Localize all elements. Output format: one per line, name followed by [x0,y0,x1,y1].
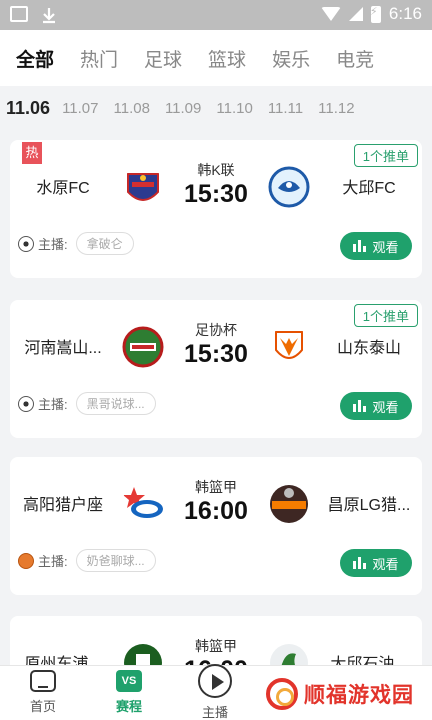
tab-basketball[interactable]: 篮球 [208,45,246,72]
site-watermark: 顺福游戏园 [260,676,420,712]
soccer-ball-icon [18,395,34,412]
host-row: 主播: 奶爸聊球... [18,549,156,572]
nav-label: 首页 [29,699,56,714]
date-item[interactable]: 11.06 [6,98,50,119]
watermark-text: 顺福游戏园 [304,684,414,707]
away-team-name: 昌原LG猎... [327,497,411,514]
soccer-ball-icon [18,235,34,252]
host-row: 主播: 黑哥说球... [18,392,156,415]
match-card[interactable]: 高阳猎户座 韩篮甲 16:00 昌原LG猎... 主播: 奶爸聊球... 观看 [10,457,422,595]
wifi-icon [320,7,341,21]
match-card[interactable]: 1个推单 河南嵩山... 足协杯 15:30 山东泰山 主播: 黑哥说球... … [10,300,422,438]
date-item[interactable]: 11.12 [318,100,354,117]
tab-football[interactable]: 足球 [144,45,182,72]
basketball-icon [18,552,34,569]
date-item[interactable]: 11.07 [62,100,98,117]
host-name[interactable]: 黑哥说球... [75,392,156,415]
date-item[interactable]: 11.08 [114,100,150,117]
date-item[interactable]: 11.10 [216,100,252,117]
watch-label: 观看 [372,239,399,255]
battery-icon [370,5,381,23]
watch-button[interactable]: 观看 [340,392,412,420]
nav-schedule[interactable]: VS 赛程 [94,670,164,715]
tab-entertainment[interactable]: 娱乐 [272,45,310,72]
bar-chart-icon [353,557,367,569]
tab-hot[interactable]: 热门 [80,45,118,72]
watermark-logo-icon [266,678,298,710]
nav-label: 主播 [201,705,228,720]
host-name[interactable]: 奶爸聊球... [75,549,156,572]
host-label: 主播: [38,397,68,412]
download-icon [40,6,58,24]
date-item[interactable]: 11.09 [165,100,201,117]
date-item[interactable]: 11.11 [268,100,303,117]
away-team-logo [268,166,310,208]
away-team-logo [275,331,303,359]
nav-streamers[interactable]: 主播 [180,664,250,720]
tab-all[interactable]: 全部 [16,45,54,72]
notification-icon [10,6,28,22]
watch-button[interactable]: 观看 [340,549,412,577]
match-card[interactable]: 热 1个推单 水原FC 韩K联 15:30 大邱FC 主播: 拿破仑 观看 [10,140,422,278]
bar-chart-icon [353,400,367,412]
date-selector: 11.06 11.07 11.08 11.09 11.10 11.11 11.1… [0,86,432,130]
nav-label: 赛程 [115,699,142,714]
tab-esports[interactable]: 电竞 [336,45,374,72]
home-icon [30,670,56,692]
away-team-logo [270,485,308,523]
away-team-name: 山东泰山 [336,340,401,357]
watch-label: 观看 [372,556,399,572]
host-name[interactable]: 拿破仑 [75,232,134,255]
status-time: 6:16 [388,4,422,23]
host-row: 主播: 拿破仑 [18,232,134,255]
vs-schedule-icon: VS [116,670,142,692]
category-tabs: 全部 热门 足球 篮球 娱乐 电竞 [0,30,432,86]
play-icon [198,664,232,698]
bar-chart-icon [353,240,367,252]
nav-home[interactable]: 首页 [8,670,78,715]
host-label: 主播: [38,554,68,569]
host-label: 主播: [38,237,68,252]
watch-button[interactable]: 观看 [340,232,412,260]
signal-icon [348,7,363,21]
watch-label: 观看 [372,399,399,415]
status-bar: 6:16 [0,0,432,30]
away-team-name: 大邱FC [342,180,396,197]
